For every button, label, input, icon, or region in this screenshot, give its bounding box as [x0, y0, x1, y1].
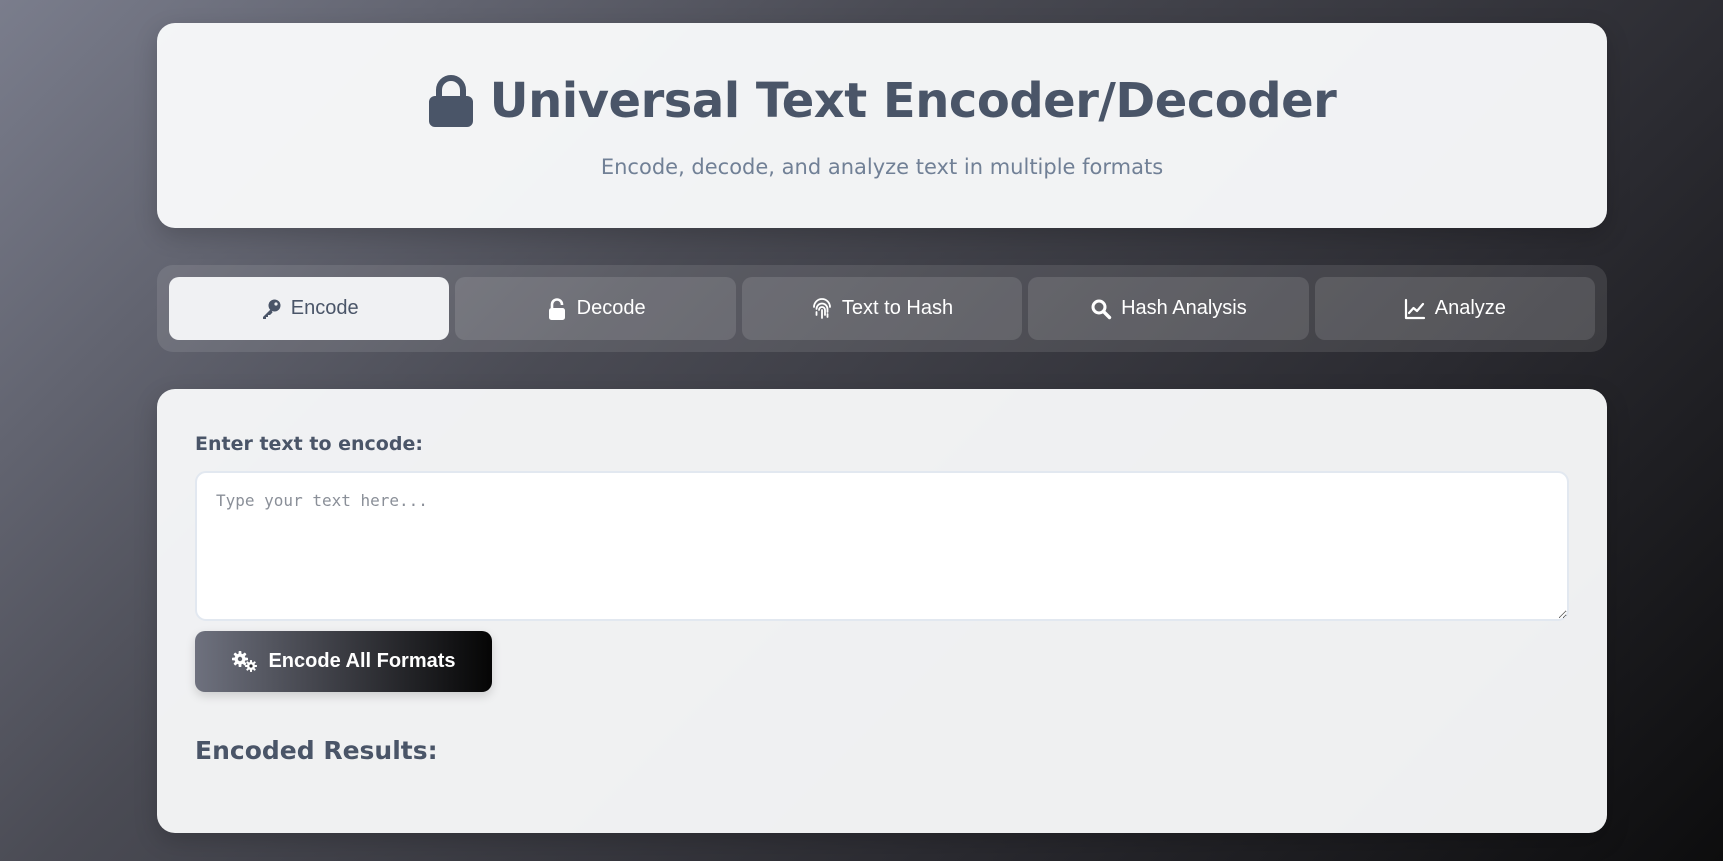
results-heading: Encoded Results: — [195, 736, 438, 765]
tab-label: Hash Analysis — [1121, 297, 1247, 319]
tab-decode[interactable]: Decode — [455, 277, 736, 340]
fingerprint-icon — [813, 297, 831, 319]
tab-bar: Encode Decode Text to Hash Hash Analysis… — [157, 265, 1607, 352]
key-icon — [262, 299, 281, 319]
page-title-text: Universal Text Encoder/Decoder — [489, 73, 1337, 129]
page-title: Universal Text Encoder/Decoder — [428, 73, 1337, 129]
tab-label: Decode — [576, 297, 646, 319]
tab-analyze[interactable]: Analyze — [1314, 277, 1596, 340]
tab-label: Analyze — [1434, 297, 1506, 319]
tab-hash-analysis[interactable]: Hash Analysis — [1028, 277, 1309, 340]
encode-all-button[interactable]: Encode All Formats — [195, 631, 492, 692]
tab-label: Text to Hash — [841, 297, 954, 319]
tab-label: Encode — [290, 297, 359, 319]
encode-all-button-label: Encode All Formats — [268, 650, 456, 672]
cogs-icon — [232, 650, 258, 672]
unlock-icon — [548, 297, 565, 320]
tab-encode[interactable]: Encode — [169, 277, 450, 340]
input-label: Enter text to encode: — [195, 433, 423, 455]
chart-line-icon — [1404, 298, 1425, 319]
encode-panel: Enter text to encode: En — [157, 389, 1607, 833]
app-container: Universal Text Encoder/Decoder Encode, d… — [157, 23, 1607, 833]
search-icon — [1091, 299, 1112, 319]
header-card: Universal Text Encoder/Decoder Encode, d… — [157, 23, 1607, 228]
tab-text-to-hash[interactable]: Text to Hash — [741, 277, 1023, 340]
lock-icon — [428, 75, 473, 127]
page-subtitle: Encode, decode, and analyze text in mult… — [600, 155, 1164, 179]
encode-text-input[interactable] — [195, 471, 1569, 621]
